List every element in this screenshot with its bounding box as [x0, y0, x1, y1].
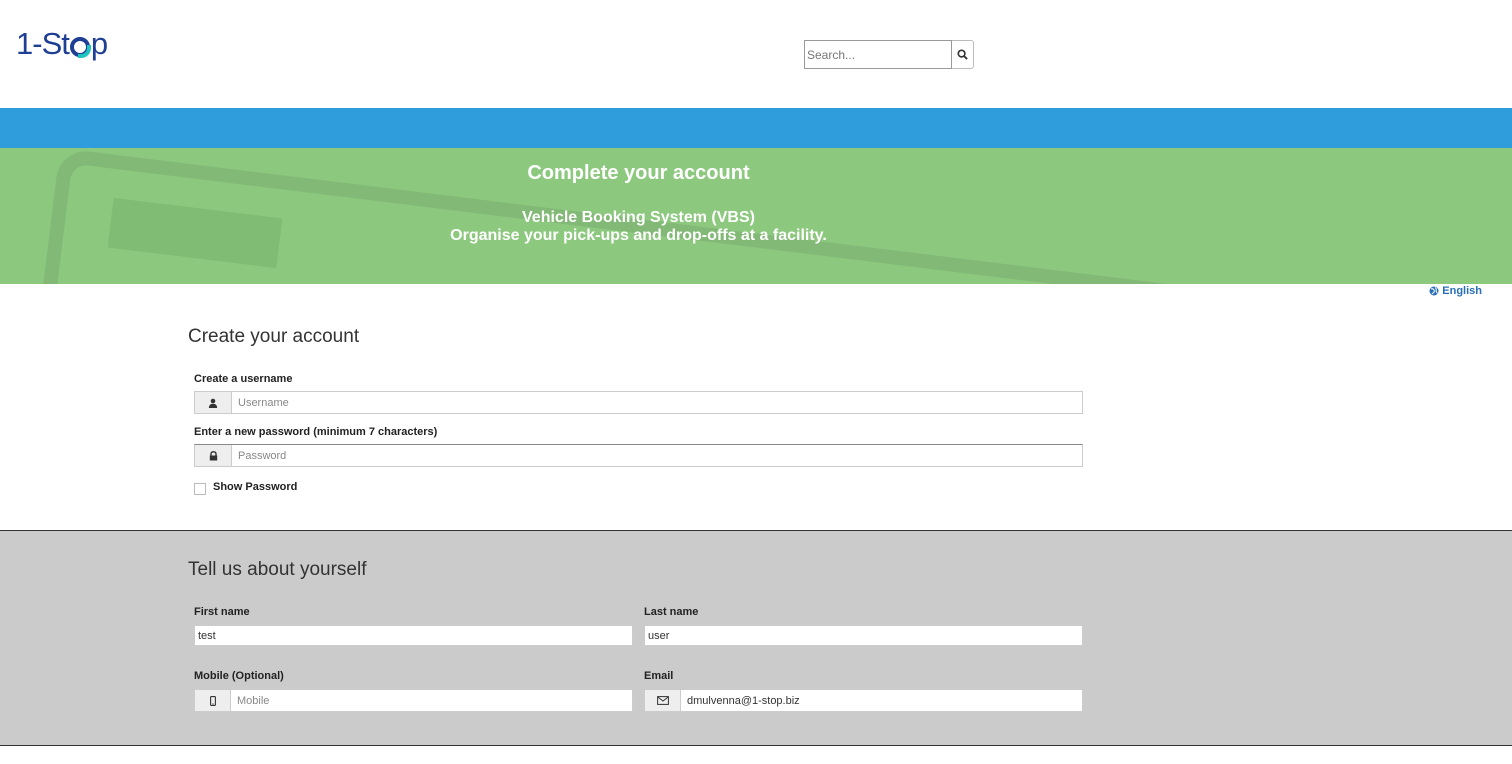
- language-selector[interactable]: English: [1429, 285, 1482, 297]
- password-addon: [195, 445, 232, 466]
- username-addon: [195, 392, 232, 413]
- banner-subtitle: Vehicle Booking System (VBS) Organise yo…: [0, 209, 1277, 245]
- password-label: Enter a new password (minimum 7 characte…: [194, 426, 438, 438]
- first-name-label: First name: [194, 606, 250, 618]
- search-bar: [804, 40, 974, 69]
- main-navbar: [0, 108, 1512, 148]
- password-field-group: [194, 444, 1083, 467]
- user-icon: [208, 398, 218, 408]
- show-password-row: Show Password: [194, 478, 297, 495]
- language-label: English: [1442, 285, 1482, 297]
- banner-title: Complete your account: [527, 162, 750, 184]
- first-name-input[interactable]: [194, 625, 633, 646]
- section-title-create-account: Create your account: [188, 326, 360, 347]
- username-input[interactable]: [232, 392, 1082, 413]
- show-password-label[interactable]: Show Password: [213, 481, 297, 493]
- about-yourself-section: Tell us about yourself First name Last n…: [0, 530, 1512, 746]
- search-input[interactable]: [804, 40, 952, 69]
- email-addon: [645, 690, 681, 711]
- hero-banner: Complete your account Vehicle Booking Sy…: [0, 148, 1512, 284]
- show-password-checkbox[interactable]: [194, 483, 206, 495]
- email-label: Email: [644, 670, 674, 682]
- last-name-input[interactable]: [644, 625, 1083, 646]
- mobile-input[interactable]: [231, 690, 632, 711]
- search-button[interactable]: [952, 40, 974, 69]
- email-field-group: [644, 689, 1083, 712]
- logo-1stop[interactable]: 1-St p: [16, 24, 108, 64]
- banner-subtitle-line2: Organise your pick-ups and drop-offs at …: [450, 227, 827, 244]
- mobile-label: Mobile (Optional): [194, 670, 284, 682]
- username-label: Create a username: [194, 373, 293, 385]
- mobile-field-group: [194, 689, 633, 712]
- envelope-icon: [656, 696, 669, 705]
- mobile-icon: [209, 695, 216, 706]
- mobile-addon: [195, 690, 231, 711]
- username-field-group: [194, 391, 1083, 414]
- password-input[interactable]: [232, 445, 1082, 466]
- globe-icon: [1429, 286, 1439, 296]
- search-icon: [957, 49, 968, 60]
- banner-subtitle-line1: Vehicle Booking System (VBS): [522, 209, 755, 226]
- last-name-label: Last name: [644, 606, 699, 618]
- section-title-about-yourself: Tell us about yourself: [188, 559, 367, 580]
- email-input[interactable]: [681, 690, 1082, 711]
- header: 1-St p: [0, 0, 1512, 108]
- lock-icon: [209, 450, 217, 460]
